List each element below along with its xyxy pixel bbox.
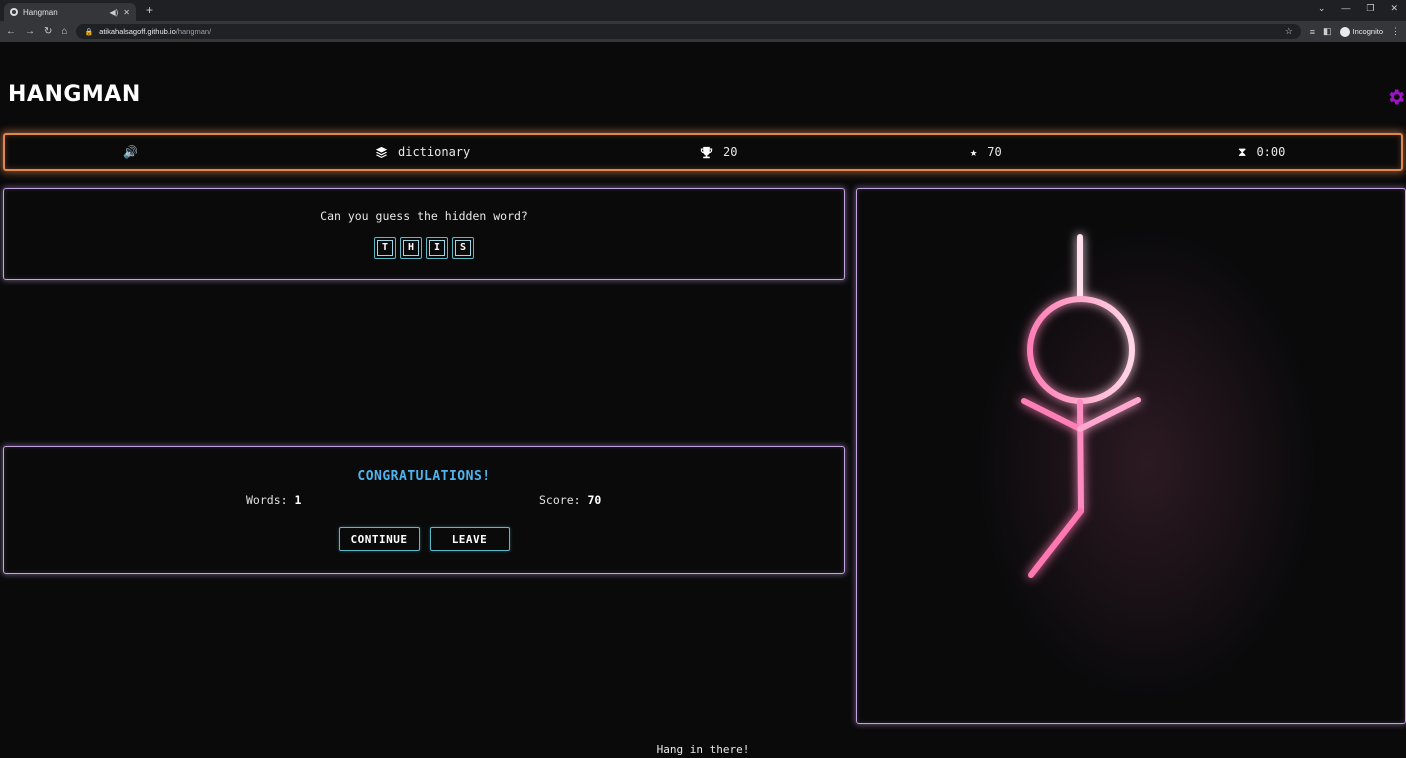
- congrats-heading: CONGRATULATIONS!: [357, 469, 491, 484]
- glow-backdrop: [977, 229, 1317, 699]
- lock-icon[interactable]: 🔒: [84, 28, 93, 36]
- volume-icon[interactable]: 🔊: [123, 145, 138, 159]
- category-stat: dictionary: [375, 135, 470, 169]
- score-value: 70: [587, 493, 602, 507]
- minimize-button[interactable]: —: [1341, 3, 1350, 14]
- bookmark-star-icon[interactable]: ☆: [1285, 26, 1293, 37]
- url-path: /hangman/: [175, 27, 212, 36]
- tab-title: Hangman: [23, 7, 58, 17]
- gear-icon[interactable]: [1386, 87, 1406, 107]
- browser-tab-strip: Hangman ◀) ✕ + ⌄ — ❐ ✕: [0, 0, 1406, 21]
- timer-value: 0:00: [1256, 145, 1286, 159]
- letter-tile: T: [374, 237, 396, 259]
- new-tab-button[interactable]: +: [146, 3, 153, 17]
- score-stat: Score: 70: [539, 493, 601, 507]
- words-label: Words:: [246, 493, 288, 507]
- letter-tile: I: [426, 237, 448, 259]
- letter-tile: H: [400, 237, 422, 259]
- incognito-badge[interactable]: Incognito: [1339, 26, 1383, 37]
- word-tiles: T H I S: [4, 237, 844, 259]
- stats-bar: 🔊 dictionary 20 ★ 70 ⧗ 0:00: [3, 133, 1403, 171]
- trophy-stat: 20: [700, 135, 737, 169]
- footer-message: Hang in there!: [656, 743, 750, 756]
- hangman-page: HANGMAN 🔊 dictionary 20 ★ 70 ⧗ 0:00 Can …: [0, 42, 1406, 758]
- continue-button[interactable]: CONTINUE: [338, 527, 420, 551]
- tab-search-icon[interactable]: ⌄: [1318, 3, 1326, 14]
- star-icon: ★: [970, 145, 978, 159]
- guess-prompt: Can you guess the hidden word?: [320, 209, 528, 223]
- page-title: HANGMAN: [8, 82, 141, 107]
- words-value: 1: [294, 493, 302, 507]
- score-label: Score:: [539, 493, 581, 507]
- gallows-panel: [856, 188, 1406, 724]
- forward-icon[interactable]: →: [25, 26, 35, 37]
- letter-tile: S: [452, 237, 474, 259]
- restore-button[interactable]: ❐: [1366, 3, 1374, 14]
- browser-tab[interactable]: Hangman ◀) ✕: [4, 3, 136, 21]
- window-controls: ⌄ — ❐ ✕: [1318, 3, 1398, 14]
- result-panel: CONGRATULATIONS! Words: 1 Score: 70 CONT…: [3, 446, 845, 574]
- hourglass-icon: ⧗: [1238, 144, 1247, 159]
- trophy-value: 20: [723, 145, 738, 159]
- reading-list-icon[interactable]: ≡: [1310, 27, 1315, 37]
- side-panel-icon[interactable]: ◧: [1323, 26, 1332, 37]
- points-stat: ★ 70: [970, 135, 1002, 169]
- incognito-label: Incognito: [1352, 27, 1383, 36]
- points-value: 70: [987, 145, 1002, 159]
- url-host: atikahalsagoff.github.io: [99, 27, 176, 36]
- category-value: dictionary: [398, 145, 471, 159]
- browser-menu-icon[interactable]: ⋮: [1391, 26, 1400, 37]
- layers-icon: [375, 146, 388, 158]
- tab-close-icon[interactable]: ✕: [123, 8, 130, 17]
- incognito-icon: [1339, 26, 1350, 37]
- trophy-icon: [700, 146, 713, 158]
- browser-toolbar: ← → ↻ ⌂ 🔒 atikahalsagoff.github.io/hangm…: [0, 21, 1406, 42]
- back-icon[interactable]: ←: [6, 26, 16, 37]
- result-actions: CONTINUE LEAVE: [4, 527, 844, 551]
- leave-button[interactable]: LEAVE: [429, 527, 510, 551]
- hangman-drawing: [940, 229, 1317, 699]
- words-stat: Words: 1: [246, 493, 301, 507]
- home-icon[interactable]: ⌂: [61, 26, 67, 37]
- figure-body: [1077, 399, 1084, 514]
- sound-toggle[interactable]: 🔊: [123, 135, 138, 169]
- timer-stat: ⧗ 0:00: [1238, 135, 1285, 169]
- tab-favicon-icon: [10, 8, 18, 16]
- reload-icon[interactable]: ↻: [44, 26, 52, 37]
- guess-panel: Can you guess the hidden word? T H I S: [3, 188, 845, 280]
- address-bar[interactable]: 🔒 atikahalsagoff.github.io/hangman/ ☆: [76, 24, 1301, 39]
- close-window-button[interactable]: ✕: [1390, 3, 1398, 14]
- tab-audio-icon[interactable]: ◀): [109, 8, 118, 17]
